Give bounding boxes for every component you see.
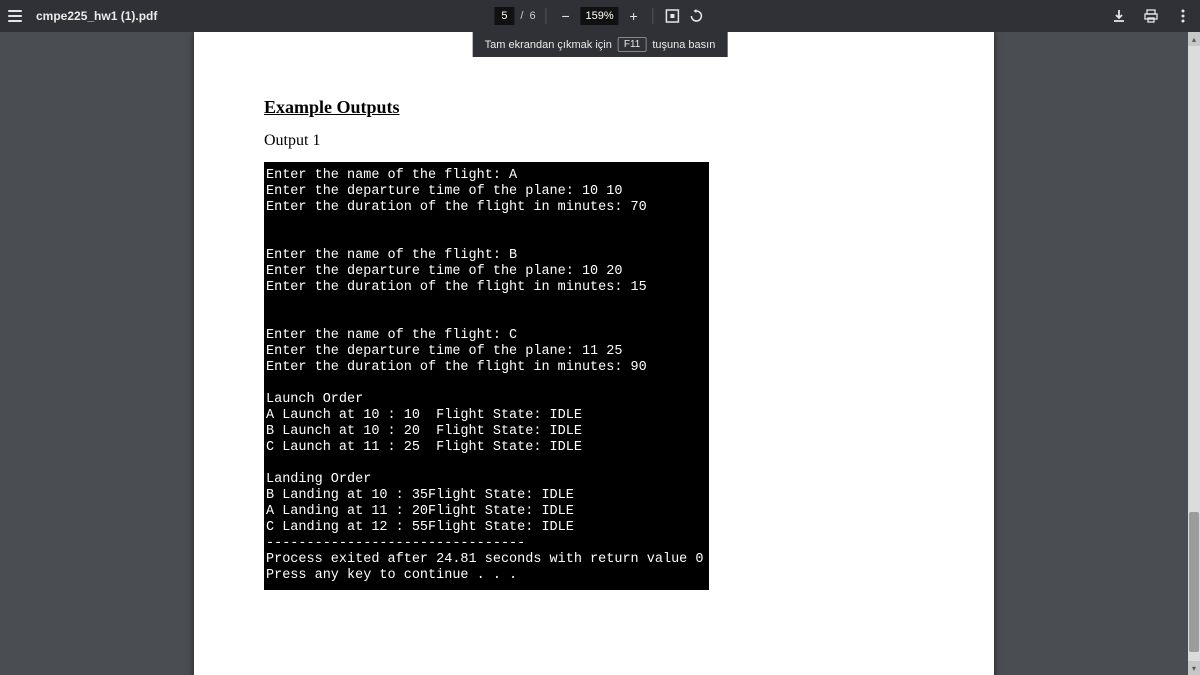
toolbar-center: / 6 − 159% + <box>494 7 705 25</box>
scroll-down-button[interactable]: ▾ <box>1188 661 1200 675</box>
divider <box>653 8 654 24</box>
zoom-value: 159% <box>581 7 619 25</box>
section-heading: Example Outputs <box>264 97 924 118</box>
menu-icon[interactable] <box>8 10 22 22</box>
notice-keycap: F11 <box>618 37 647 52</box>
more-icon[interactable] <box>1174 7 1192 25</box>
section-subheading: Output 1 <box>264 132 924 150</box>
print-icon[interactable] <box>1142 7 1160 25</box>
fit-page-icon[interactable] <box>664 7 682 25</box>
notice-text-after: tuşuna basın <box>652 39 715 51</box>
rotate-icon[interactable] <box>688 7 706 25</box>
toolbar-left: cmpe225_hw1 (1).pdf <box>8 9 157 23</box>
notice-text-before: Tam ekrandan çıkmak için <box>485 39 612 51</box>
page-separator: / <box>520 10 523 22</box>
scroll-up-button[interactable]: ▴ <box>1188 32 1200 46</box>
pdf-viewer[interactable]: Example Outputs Output 1 Enter the name … <box>0 32 1188 675</box>
zoom-out-button[interactable]: − <box>557 8 575 24</box>
console-output: Enter the name of the flight: A Enter th… <box>264 162 709 590</box>
download-icon[interactable] <box>1110 7 1128 25</box>
vertical-scrollbar[interactable]: ▴ ▾ <box>1188 32 1200 675</box>
divider <box>546 8 547 24</box>
zoom-in-button[interactable]: + <box>625 8 643 24</box>
fullscreen-notice: Tam ekrandan çıkmak için F11 tuşuna bası… <box>473 32 728 57</box>
page-number-input[interactable] <box>494 7 514 25</box>
pdf-toolbar: cmpe225_hw1 (1).pdf / 6 − 159% + <box>0 0 1200 32</box>
page-total: 6 <box>529 10 535 22</box>
scroll-thumb[interactable] <box>1189 512 1199 652</box>
pdf-page: Example Outputs Output 1 Enter the name … <box>194 32 994 675</box>
document-title: cmpe225_hw1 (1).pdf <box>36 9 157 23</box>
toolbar-right <box>1110 7 1192 25</box>
